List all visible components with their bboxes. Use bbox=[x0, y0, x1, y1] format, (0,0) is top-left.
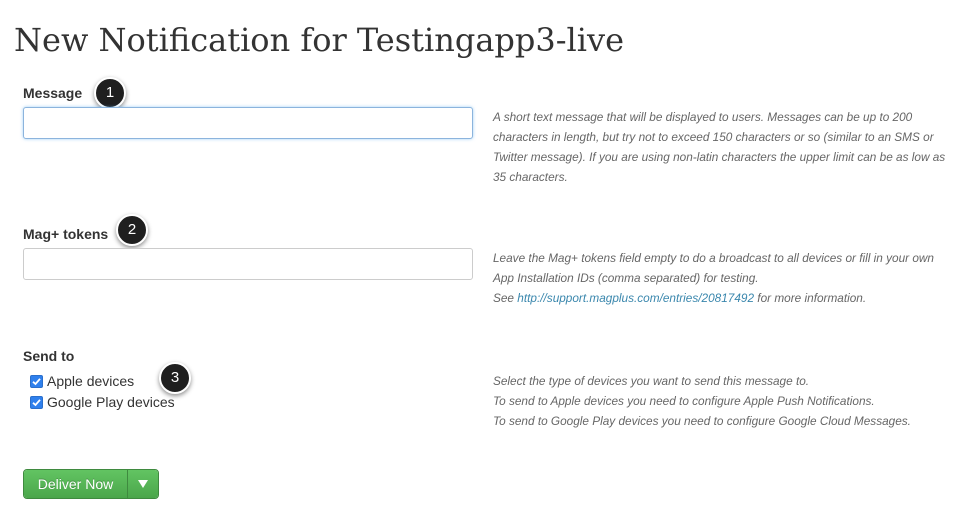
message-help-line: 35 characters. bbox=[493, 170, 568, 184]
step-marker-2: 2 bbox=[116, 214, 148, 246]
apple-devices-label: Apple devices bbox=[47, 373, 135, 389]
tokens-help-line: Leave the Mag+ tokens field empty to do … bbox=[493, 251, 934, 265]
tokens-help-after: for more information. bbox=[754, 291, 867, 305]
tokens-help-see: See bbox=[493, 291, 518, 305]
caret-down-icon bbox=[138, 480, 148, 488]
message-help-line: characters in length, but try not to exc… bbox=[493, 130, 934, 144]
deliver-now-button[interactable]: Deliver Now bbox=[24, 470, 127, 498]
checkmark-icon bbox=[32, 377, 41, 385]
send-to-help-text: Select the type of devices you want to s… bbox=[493, 371, 958, 431]
page-title: New Notification for Testingapp3-live bbox=[14, 21, 625, 59]
message-input[interactable] bbox=[23, 107, 473, 139]
tokens-label: Mag+ tokens bbox=[23, 226, 109, 242]
google-play-devices-label: Google Play devices bbox=[47, 394, 175, 410]
apple-devices-option[interactable]: Apple devices bbox=[30, 371, 134, 391]
message-label: Message bbox=[23, 85, 83, 101]
tokens-help-line: See http://support.magplus.com/entries/2… bbox=[493, 288, 958, 308]
tokens-input[interactable] bbox=[23, 248, 473, 280]
send-to-help-line: To send to Apple devices you need to con… bbox=[493, 394, 875, 408]
tokens-help-text: Leave the Mag+ tokens field empty to do … bbox=[493, 248, 958, 308]
google-play-devices-checkbox[interactable] bbox=[30, 395, 43, 409]
send-to-help-line: Select the type of devices you want to s… bbox=[493, 374, 810, 388]
deliver-options-button[interactable] bbox=[127, 470, 158, 498]
google-play-devices-option[interactable]: Google Play devices bbox=[30, 392, 175, 412]
message-help-line: Twitter message). If you are using non-l… bbox=[493, 150, 946, 164]
message-help-text: A short text message that will be displa… bbox=[493, 107, 958, 187]
checkmark-icon bbox=[32, 398, 41, 406]
message-help-line: A short text message that will be displa… bbox=[493, 110, 913, 124]
send-to-help-line: To send to Google Play devices you need … bbox=[493, 414, 911, 428]
deliver-button-group: Deliver Now bbox=[23, 469, 159, 499]
step-marker-1: 1 bbox=[94, 77, 126, 109]
send-to-label: Send to bbox=[23, 348, 75, 364]
tokens-help-line: App Installation IDs (comma separated) f… bbox=[493, 271, 759, 285]
step-marker-3: 3 bbox=[159, 362, 191, 394]
support-link[interactable]: http://support.magplus.com/entries/20817… bbox=[517, 291, 754, 305]
apple-devices-checkbox[interactable] bbox=[30, 374, 43, 388]
